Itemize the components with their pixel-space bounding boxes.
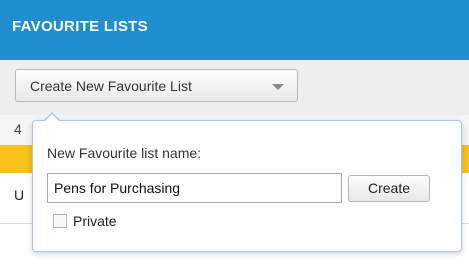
list-name-label: New Favourite list name: <box>47 145 202 161</box>
list-item-text: 4 <box>14 121 22 137</box>
create-new-favourite-list-label: Create New Favourite List <box>30 78 192 94</box>
list-item-text: U <box>14 187 25 203</box>
private-checkbox[interactable] <box>53 214 67 228</box>
popover-arrow-fill <box>44 114 60 122</box>
create-button[interactable]: Create <box>348 175 430 202</box>
create-new-favourite-list-button[interactable]: Create New Favourite List <box>15 69 298 102</box>
panel-title: FAVOURITE LISTS <box>12 18 148 35</box>
list-name-input[interactable] <box>47 173 342 203</box>
chevron-down-icon <box>272 84 284 90</box>
favourite-lists-header: FAVOURITE LISTS <box>0 0 469 60</box>
new-favourite-list-popover: New Favourite list name: Create Private <box>32 112 462 252</box>
private-label: Private <box>73 213 117 229</box>
